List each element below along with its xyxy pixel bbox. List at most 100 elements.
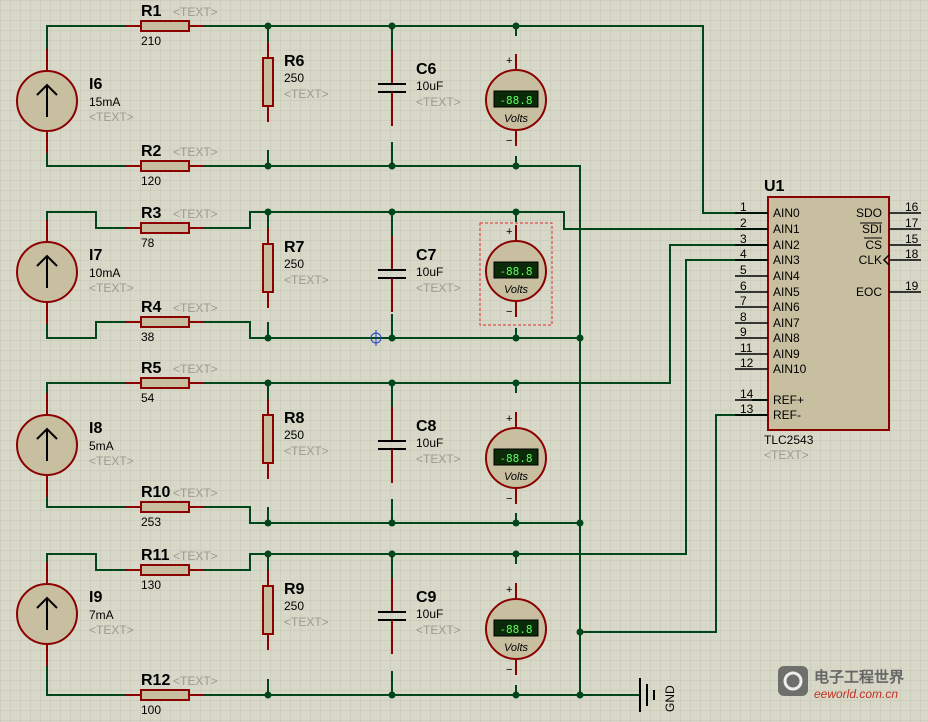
chip-ref-label: U1 [764, 178, 785, 195]
capacitor-value: 10uF [416, 607, 443, 621]
pin-number: 16 [905, 200, 919, 214]
capacitor-label: C8 [416, 418, 437, 435]
minus-terminal: − [506, 493, 512, 505]
source-value: 15mA [89, 95, 120, 109]
source-label: I9 [89, 589, 102, 606]
resistor-label: R5 [141, 360, 162, 377]
resistor-value: 250 [284, 428, 304, 442]
junction-dot [576, 519, 584, 527]
schematic-canvas[interactable]: R1 <TEXT>210R2 <TEXT>120R3 <TEXT>78R4 <TEXT>… [0, 0, 928, 722]
text-placeholder: <TEXT> [173, 362, 218, 376]
resistor-value: 78 [141, 236, 155, 250]
text-placeholder: <TEXT> [173, 207, 218, 221]
pin-number: 8 [740, 310, 747, 324]
pin-name: AIN6 [773, 300, 800, 314]
pin-number: 1 [740, 200, 747, 214]
capacitor-value: 10uF [416, 265, 443, 279]
source-value: 5mA [89, 439, 114, 453]
pin-name: AIN3 [773, 253, 800, 267]
source-value: 10mA [89, 266, 120, 280]
ground-label: GND [663, 685, 677, 712]
voltmeter-unit: Volts [504, 471, 529, 483]
junction-dot [576, 628, 584, 636]
text-placeholder: <TEXT> [89, 110, 134, 124]
watermark-url: eeworld.com.cn [814, 687, 898, 701]
source-label: I8 [89, 420, 102, 437]
plus-terminal: + [506, 226, 512, 238]
text-placeholder: <TEXT> [284, 87, 329, 101]
voltmeter-unit: Volts [504, 642, 529, 654]
resistor-label: R8 [284, 410, 305, 427]
text-placeholder: <TEXT> [416, 452, 461, 466]
pin-name: SDI [862, 222, 882, 236]
pin-number: 7 [740, 294, 747, 308]
text-placeholder: <TEXT> [284, 273, 329, 287]
capacitor-value: 10uF [416, 436, 443, 450]
text-placeholder: <TEXT> [173, 145, 218, 159]
text-placeholder: <TEXT> [89, 281, 134, 295]
pin-name: AIN9 [773, 347, 800, 361]
resistor-value: 210 [141, 34, 161, 48]
plus-terminal: + [506, 55, 512, 67]
pin-name: AIN8 [773, 331, 800, 345]
resistor-label: R4 [141, 299, 162, 316]
resistor-label: R6 [284, 53, 305, 70]
capacitor-label: C6 [416, 61, 437, 78]
pin-name: AIN0 [773, 206, 800, 220]
resistor-label: R9 [284, 581, 305, 598]
pin-name: EOC [856, 285, 882, 299]
junction-dot [576, 691, 584, 699]
resistor-value: 253 [141, 515, 161, 529]
plus-terminal: + [506, 584, 512, 596]
pin-name: REF- [773, 408, 801, 422]
junction-dot [576, 334, 584, 342]
text-placeholder: <TEXT> [416, 623, 461, 637]
source-label: I7 [89, 247, 102, 264]
capacitor-value: 10uF [416, 79, 443, 93]
capacitor-label: C7 [416, 247, 437, 264]
pin-name: AIN1 [773, 222, 800, 236]
text-placeholder: <TEXT> [173, 486, 218, 500]
lcd-readout: -88.8 [499, 623, 532, 636]
pin-number: 17 [905, 216, 919, 230]
text-placeholder: <TEXT> [173, 301, 218, 315]
chip-part-label: TLC2543 [764, 433, 814, 447]
resistor-label: R7 [284, 239, 305, 256]
pin-name: AIN5 [773, 285, 800, 299]
text-placeholder: <TEXT> [89, 623, 134, 637]
resistor-label: R10 [141, 484, 170, 501]
voltmeter-unit: Volts [504, 284, 529, 296]
pin-number: 18 [905, 247, 919, 261]
voltmeter-unit: Volts [504, 113, 529, 125]
pin-name: AIN7 [773, 316, 800, 330]
resistor-value: 130 [141, 578, 161, 592]
resistor-value: 38 [141, 330, 155, 344]
pin-number: 9 [740, 325, 747, 339]
pin-name: CS [865, 238, 882, 252]
watermark-brand: 电子工程世界 [814, 668, 904, 686]
text-placeholder: <TEXT> [764, 448, 809, 462]
lcd-readout: -88.8 [499, 452, 532, 465]
pin-number: 19 [905, 279, 919, 293]
resistor-value: 250 [284, 71, 304, 85]
resistor-label: R11 [141, 547, 170, 564]
pin-number: 2 [740, 216, 747, 230]
lcd-readout: -88.8 [499, 265, 532, 278]
resistor-label: R3 [141, 205, 162, 222]
minus-terminal: − [506, 135, 512, 147]
minus-terminal: − [506, 664, 512, 676]
resistor-value: 100 [141, 703, 161, 717]
pin-number: 12 [740, 356, 754, 370]
capacitor-label: C9 [416, 589, 437, 606]
pin-number: 14 [740, 387, 754, 401]
lcd-readout: -88.8 [499, 94, 532, 107]
text-placeholder: <TEXT> [416, 95, 461, 109]
pin-number: 5 [740, 263, 747, 277]
resistor-value: 250 [284, 599, 304, 613]
resistor-label: R2 [141, 143, 162, 160]
source-label: I6 [89, 76, 102, 93]
pin-number: 6 [740, 279, 747, 293]
pin-name: AIN4 [773, 269, 800, 283]
pin-number: 13 [740, 402, 754, 416]
plus-terminal: + [506, 413, 512, 425]
